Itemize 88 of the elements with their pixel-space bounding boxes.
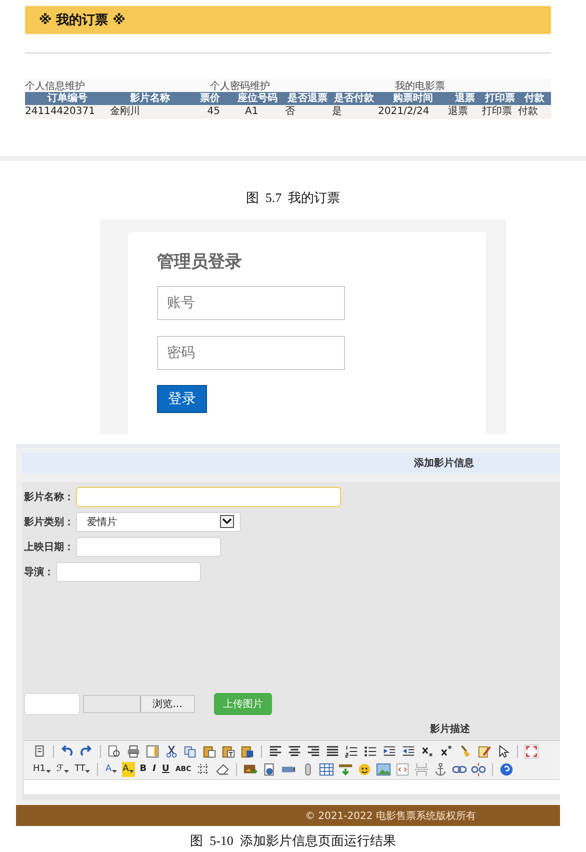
copy-icon[interactable] xyxy=(183,744,198,758)
table-link[interactable]: 打印票 xyxy=(482,105,518,119)
column-header: 购票时间 xyxy=(392,92,434,105)
field-label: 上映日期： xyxy=(24,540,74,554)
copyright-text: © 2021-2022 电影售票系统版权所有 xyxy=(305,810,476,822)
horizontal-rule-icon[interactable] xyxy=(338,762,354,776)
undo-icon[interactable] xyxy=(60,744,75,758)
column-header: 打印票 xyxy=(484,92,516,105)
toolbar-button[interactable]: A xyxy=(104,762,118,776)
table-link[interactable]: 退票 xyxy=(448,105,482,119)
page-title-bar: ※ 我的订票 ※ xyxy=(25,6,551,34)
text-field[interactable] xyxy=(76,486,341,506)
file-input[interactable]: 浏览... xyxy=(83,695,195,713)
notepad-pen-icon[interactable] xyxy=(477,744,492,758)
column-header: 订单编号 xyxy=(46,92,88,105)
toolbar-button[interactable]: I xyxy=(152,762,157,776)
anchor-icon[interactable] xyxy=(433,762,448,776)
toolbar-button[interactable]: B xyxy=(138,762,148,776)
column-header: 退票 xyxy=(454,92,476,105)
text-field[interactable] xyxy=(24,693,80,715)
toolbar-button[interactable]: ℱ xyxy=(56,762,70,776)
nav-link[interactable]: 我的电影票 xyxy=(395,78,551,92)
outdent-icon[interactable] xyxy=(401,744,416,758)
align-right-icon[interactable] xyxy=(306,744,321,758)
code-page-icon[interactable] xyxy=(395,762,410,776)
clipboard-doc-icon[interactable] xyxy=(240,744,255,758)
table-icon[interactable] xyxy=(319,762,334,776)
broken-link-icon[interactable] xyxy=(471,762,486,776)
login-button[interactable]: 登录 xyxy=(157,385,207,413)
scissors-icon[interactable] xyxy=(164,744,179,758)
magnifier-page-icon[interactable] xyxy=(107,744,122,758)
table-cell-text: A1 xyxy=(244,105,260,119)
fullscreen-icon[interactable] xyxy=(524,744,539,758)
table-cell-text: 否 xyxy=(285,105,296,119)
column-header: 付款 xyxy=(523,92,546,105)
field-label: 影片类别： xyxy=(24,516,74,528)
figure-caption: 图 5.7 我的订票 xyxy=(246,190,340,205)
figure-caption: 图 5-10 添加影片信息页面运行结果 xyxy=(190,833,396,848)
clipboard-text-icon[interactable] xyxy=(221,744,236,758)
justify-icon[interactable] xyxy=(325,744,340,758)
login-field[interactable]: 账号 xyxy=(157,286,345,320)
text-field[interactable] xyxy=(56,562,201,582)
toolbar-button[interactable]: TT xyxy=(74,762,92,776)
field-label: 导演： xyxy=(24,566,54,578)
superscript-icon[interactable] xyxy=(439,744,454,758)
table-link[interactable]: 付款 xyxy=(518,105,551,119)
panel-heading: 添加影片信息 xyxy=(414,456,474,470)
printer-icon[interactable] xyxy=(126,744,141,758)
table-cell-text: 金刚川 xyxy=(110,105,141,119)
dropdown-value: 爱情片 xyxy=(87,516,117,528)
caret-icon[interactable] xyxy=(64,767,69,771)
column-header: 是否付款 xyxy=(333,92,375,105)
caret-icon[interactable] xyxy=(85,767,90,771)
login-field[interactable]: 密码 xyxy=(157,336,345,370)
caret-icon[interactable] xyxy=(46,767,50,771)
column-header: 影片名称 xyxy=(129,92,171,105)
indent-icon[interactable] xyxy=(382,744,397,758)
toolbar-button[interactable]: H1 xyxy=(32,762,52,776)
align-center-icon[interactable] xyxy=(287,744,302,758)
bullet-list-icon[interactable] xyxy=(363,744,378,758)
toolbar-button[interactable]: A xyxy=(122,762,135,776)
column-header: 座位号码 xyxy=(236,92,278,105)
column-header: 票价 xyxy=(199,92,221,105)
clipboard-icon[interactable] xyxy=(202,744,217,758)
eraser-icon[interactable] xyxy=(215,762,230,776)
table-cell-text: 是 xyxy=(331,105,343,119)
layout-icon[interactable] xyxy=(145,744,160,758)
smiley-icon[interactable] xyxy=(357,762,372,776)
nav-link[interactable]: 个人密码维护 xyxy=(210,78,395,92)
category-dropdown[interactable]: 爱情片 xyxy=(76,512,241,532)
field-label: 影片名称： xyxy=(24,490,74,504)
table-cell-text: 24114420371 xyxy=(25,105,96,119)
column-header: 是否退票 xyxy=(286,92,328,105)
text-field[interactable] xyxy=(76,536,221,556)
login-title: 管理员登录 xyxy=(157,251,242,273)
toolbar-button[interactable]: U xyxy=(161,762,170,776)
landscape-image-icon[interactable] xyxy=(376,762,392,776)
redo-icon[interactable] xyxy=(79,744,94,758)
help-icon[interactable] xyxy=(499,762,514,776)
description-label: 影片描述 xyxy=(430,722,470,736)
caret-icon[interactable] xyxy=(112,767,117,771)
nav-link[interactable]: 个人信息维护 xyxy=(25,78,210,92)
browse-button[interactable]: 浏览... xyxy=(140,696,194,712)
numbered-list-icon[interactable] xyxy=(344,744,359,758)
table-cell-text: 45 xyxy=(206,105,221,119)
caret-icon[interactable] xyxy=(128,767,134,771)
align-left-icon[interactable] xyxy=(268,744,283,758)
table-cell-text: 2021/2/24 xyxy=(378,105,430,119)
